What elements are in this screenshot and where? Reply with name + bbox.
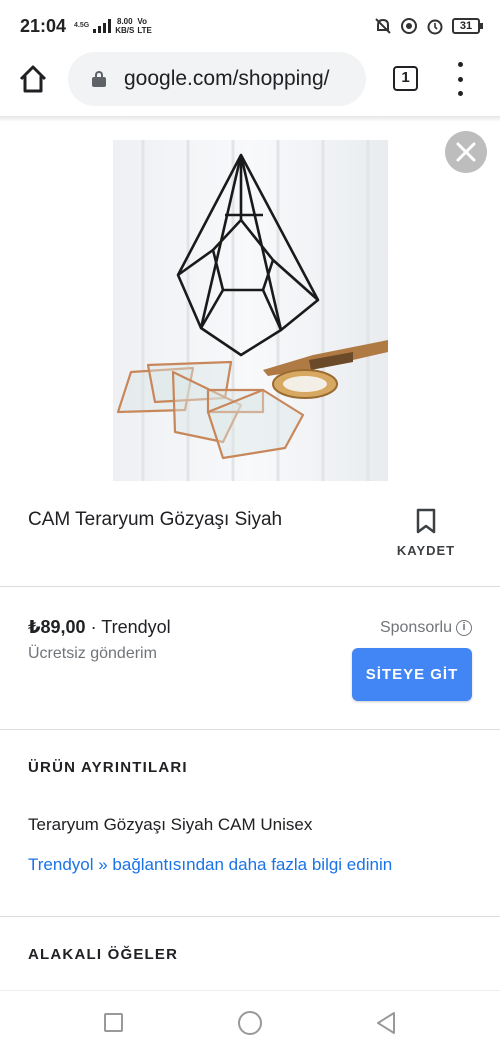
- recent-apps-icon[interactable]: [104, 1013, 123, 1032]
- network-speed: 8.00 KB/S: [115, 17, 134, 35]
- price-line: ₺89,00 · Trendyol: [28, 617, 171, 638]
- toolbar-shadow: [0, 116, 500, 122]
- related-items-heading: ALAKALI ÖĞELER: [28, 946, 179, 963]
- status-icons: 31: [374, 17, 483, 35]
- signal-icon: [93, 19, 112, 33]
- volte-top: Vo: [137, 17, 147, 26]
- product-description: Teraryum Gözyaşı Siyah CAM Unisex: [28, 815, 313, 834]
- status-time: 21:04: [20, 15, 67, 36]
- speed-value: 8.00: [117, 17, 133, 26]
- network-indicator: 4.5G 8.00 KB/S Vo LTE: [74, 17, 152, 35]
- merchant-name: Trendyol: [101, 617, 171, 637]
- volte-bottom: LTE: [137, 26, 152, 35]
- alarm-icon: [427, 19, 443, 35]
- page: 21:04 4.5G 8.00 KB/S Vo LTE 31 google.co…: [0, 0, 500, 1055]
- tab-switcher-button[interactable]: 1: [393, 66, 418, 91]
- mute-bell-icon: [375, 18, 391, 34]
- sponsored-text: Sponsorlu: [379, 619, 452, 636]
- shipping-info: Ücretsiz gönderim: [28, 645, 157, 662]
- system-nav-bar: [0, 990, 500, 1055]
- visit-site-button[interactable]: SİTEYE GİT: [352, 648, 472, 701]
- volte-indicator: Vo LTE: [137, 17, 152, 35]
- divider: [0, 916, 500, 917]
- status-bar: 21:04 4.5G 8.00 KB/S Vo LTE 31: [0, 0, 500, 52]
- lock-icon: [92, 71, 106, 87]
- back-icon[interactable]: [374, 1011, 398, 1035]
- home-nav-icon[interactable]: [238, 1011, 262, 1035]
- divider: [0, 729, 500, 730]
- address-bar[interactable]: google.com/shopping/: [68, 52, 366, 106]
- tab-count: 1: [401, 69, 410, 86]
- product-image[interactable]: [113, 140, 388, 481]
- save-button[interactable]: KAYDET: [386, 505, 466, 565]
- battery-indicator: 31: [452, 18, 483, 34]
- close-icon[interactable]: [445, 131, 487, 173]
- speed-unit: KB/S: [115, 26, 135, 35]
- network-type: 4.5G: [74, 22, 90, 29]
- product-details-heading: ÜRÜN AYRINTILARI: [28, 759, 188, 776]
- url-text: google.com/shopping/: [124, 67, 330, 90]
- price-separator: ·: [85, 617, 102, 637]
- more-vert-icon[interactable]: [450, 62, 470, 96]
- home-icon[interactable]: [18, 64, 48, 94]
- price: ₺89,00: [28, 617, 86, 637]
- browser-toolbar: google.com/shopping/ 1: [0, 52, 500, 116]
- sponsored-label[interactable]: Sponsorlu i: [380, 619, 472, 637]
- info-icon: i: [456, 620, 472, 636]
- save-label: KAYDET: [396, 543, 456, 558]
- more-info-link[interactable]: Trendyol » bağlantısından daha fazla bil…: [28, 855, 392, 875]
- product-title: CAM Teraryum Gözyaşı Siyah: [28, 509, 283, 530]
- location-icon: [401, 18, 417, 34]
- divider: [0, 586, 500, 587]
- battery-level: 31: [459, 20, 473, 32]
- bookmark-icon: [416, 508, 436, 534]
